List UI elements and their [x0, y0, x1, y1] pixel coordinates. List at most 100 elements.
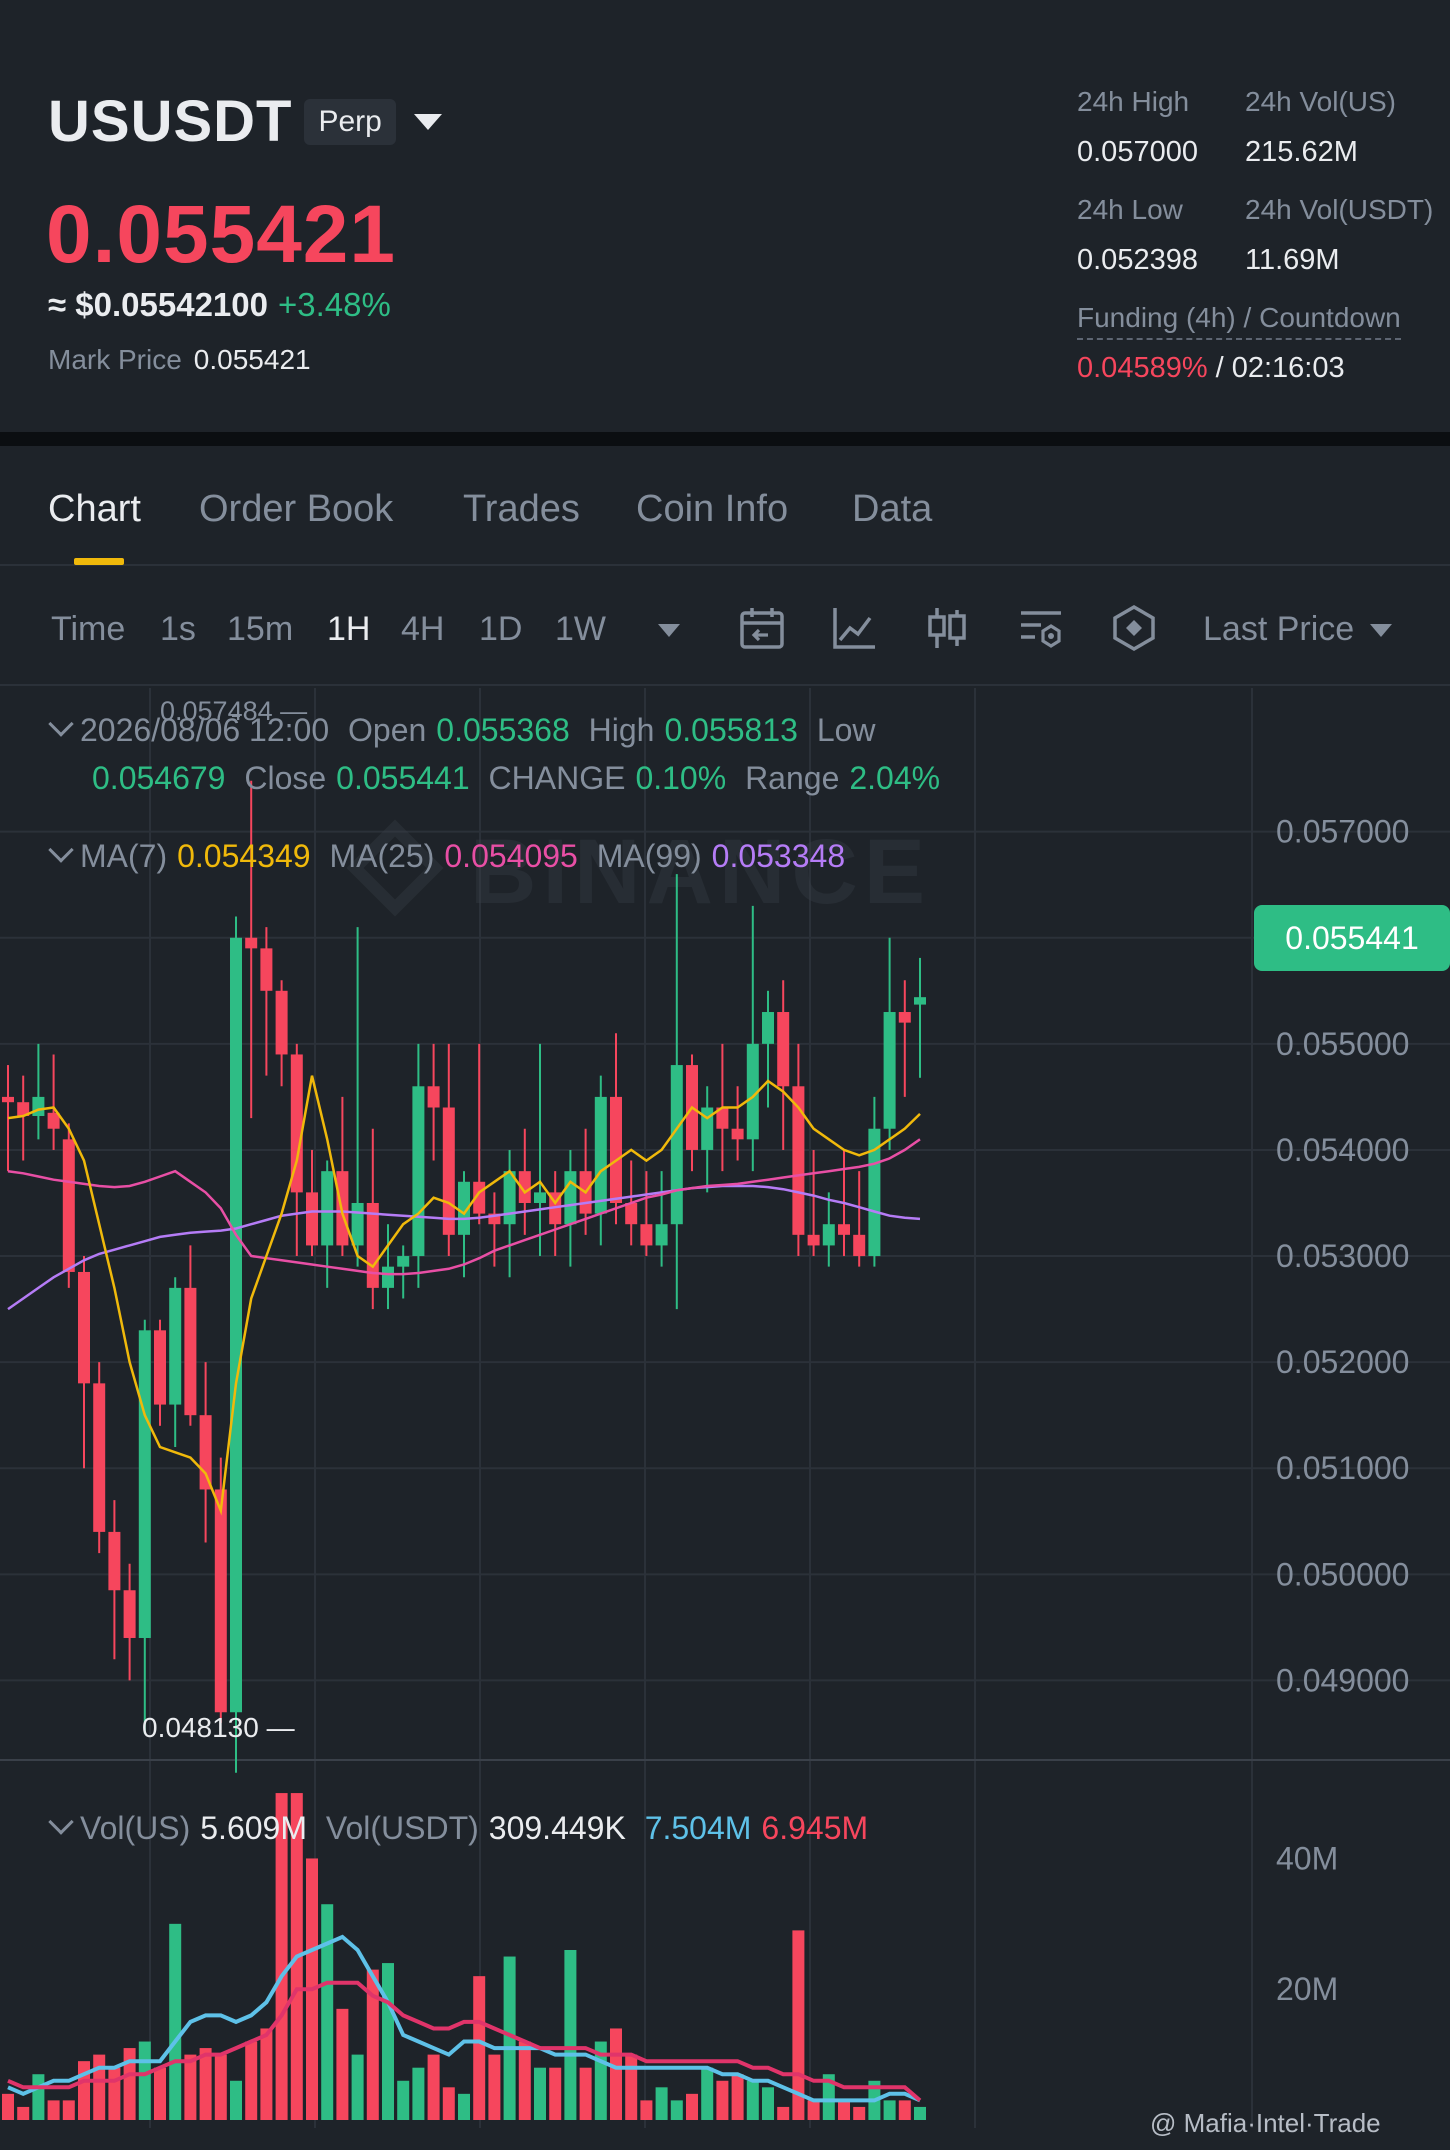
chevron-down-icon[interactable] — [48, 1809, 74, 1835]
candlestick-chart[interactable]: BINANCE 0.0570000.0560000.0550000.054000… — [0, 688, 1450, 2150]
stat-label: 24h Vol(USDT) — [1245, 194, 1434, 225]
chart-area[interactable]: BINANCE 0.0570000.0560000.0550000.054000… — [0, 688, 1450, 2150]
volume-bar — [655, 2087, 668, 2120]
volume-bar — [534, 2067, 546, 2120]
more-timeframes-icon[interactable] — [658, 624, 680, 637]
legend-label: Low — [816, 712, 876, 748]
candle-body — [184, 1287, 197, 1416]
tab-data[interactable]: Data — [852, 488, 932, 531]
candle-body — [427, 1086, 440, 1108]
tab-coin-info[interactable]: Coin Info — [636, 488, 788, 531]
symbol-selector[interactable]: USUSDT Perp — [48, 88, 442, 155]
funding-label[interactable]: Funding (4h) / Countdown — [1077, 302, 1401, 340]
volume-bar — [47, 2100, 60, 2120]
volume-bar — [108, 2067, 121, 2120]
volume-legend: Vol(US) 5.609M Vol(USDT) 309.449K 7.504M 6.… — [48, 1809, 878, 1847]
tab-order-book[interactable]: Order Book — [199, 488, 393, 531]
vol-us-value: 5.609M — [200, 1810, 307, 1846]
price-axis-label: 0.051000 — [1276, 1450, 1409, 1486]
candle-body — [898, 1012, 911, 1023]
legend-label: High — [588, 712, 655, 748]
candle-body — [640, 1224, 653, 1246]
volume-bar — [260, 2028, 273, 2120]
settings-icon[interactable] — [1017, 604, 1065, 652]
perp-badge: Perp — [304, 98, 396, 145]
candle-body — [610, 1096, 622, 1203]
candle-body — [762, 1012, 774, 1044]
active-tab-indicator — [74, 558, 124, 565]
mark-price-row: Mark Price 0.055421 — [48, 344, 311, 376]
volume-bar — [138, 2041, 151, 2120]
ma7-value: 0.054349 — [177, 838, 311, 874]
candle-body — [822, 1224, 835, 1246]
depth-icon[interactable] — [1110, 604, 1158, 652]
price-axis-label: 0.054000 — [1276, 1132, 1409, 1168]
candle-body — [199, 1415, 212, 1490]
timeframe-1s[interactable]: 1s — [160, 610, 196, 649]
ticker-header: USUSDT Perp 0.055421 ≈ $0.05542100 +3.48%… — [0, 0, 1450, 432]
candle-body — [853, 1234, 866, 1257]
candle-body — [382, 1266, 394, 1288]
current-price-tag: 0.055441 — [1254, 905, 1450, 971]
candle-body — [655, 1224, 668, 1246]
tab-chart[interactable]: Chart — [48, 488, 141, 531]
candle-body — [777, 1012, 790, 1087]
vol-ma2-value: 6.945M — [761, 1810, 869, 1846]
candle-body — [260, 948, 273, 991]
price-axis: 0.0570000.0560000.0550000.0540000.053000… — [1276, 814, 1409, 2008]
tab-trades[interactable]: Trades — [463, 488, 580, 531]
stat-24h-high: 24h High 0.057000 — [1077, 86, 1198, 169]
caret-down-icon[interactable] — [413, 113, 442, 130]
funding-separator: / — [1215, 352, 1224, 384]
candle-body — [275, 990, 288, 1055]
candle-body — [78, 1271, 90, 1384]
calendar-icon[interactable] — [738, 604, 786, 652]
chevron-down-icon[interactable] — [48, 711, 74, 737]
candle-body — [245, 937, 258, 949]
candle-body — [62, 1139, 75, 1272]
timeframe-15m[interactable]: 15m — [227, 610, 293, 649]
legend-change-value: 0.10% — [635, 760, 727, 796]
volume-bar — [564, 1950, 577, 2120]
candle-body — [670, 1065, 683, 1225]
legend-label: MA(99) — [596, 838, 702, 874]
chevron-down-icon[interactable] — [48, 837, 74, 863]
ma-legend: MA(7) 0.054349 MA(25) 0.054095 MA(99) 0.053… — [48, 837, 855, 875]
volume-bar — [169, 1923, 182, 2120]
price-axis-label: 0.053000 — [1276, 1238, 1409, 1274]
candle-body — [306, 1192, 318, 1246]
volume-bar — [230, 2080, 242, 2120]
section-divider — [0, 432, 1450, 446]
stat-24h-vol-usdt: 24h Vol(USDT) 11.69M — [1245, 194, 1433, 277]
legend-label: CHANGE — [488, 760, 626, 796]
volume-bar — [321, 1904, 334, 2120]
candle-body — [807, 1234, 820, 1246]
price-axis-label: 0.057000 — [1276, 814, 1409, 850]
timeframe-4h[interactable]: 4H — [401, 610, 444, 649]
ma99-value: 0.053348 — [711, 838, 846, 874]
timeframe-1w[interactable]: 1W — [555, 610, 606, 649]
legend-range-value: 2.04% — [849, 760, 941, 796]
volume-bar — [549, 2067, 562, 2120]
candle-type-icon[interactable] — [923, 604, 971, 652]
funding-countdown: 02:16:03 — [1231, 352, 1345, 384]
volume-bar — [625, 2054, 638, 2120]
volume-bar — [701, 2067, 714, 2120]
timeframe-1d[interactable]: 1D — [479, 610, 522, 649]
timeframe-1h[interactable]: 1H — [327, 610, 370, 649]
chevron-down-icon[interactable] — [1370, 624, 1392, 637]
legend-label: Close — [244, 760, 327, 796]
volume-bar — [898, 2100, 911, 2120]
volume-bar — [640, 2100, 653, 2120]
volume-bar — [579, 2067, 592, 2120]
candle-body — [154, 1330, 166, 1405]
legend-label: MA(7) — [80, 838, 168, 874]
timeframe-time[interactable]: Time — [51, 610, 125, 649]
candle-body — [32, 1096, 45, 1116]
price-axis-label: 0.049000 — [1276, 1662, 1409, 1698]
volume-axis-label: 20M — [1276, 1971, 1338, 2007]
price-type-selector[interactable]: Last Price — [1203, 610, 1354, 649]
volume-bar — [184, 2054, 197, 2120]
volume-bar — [853, 2106, 866, 2120]
indicator-icon[interactable] — [830, 604, 878, 652]
